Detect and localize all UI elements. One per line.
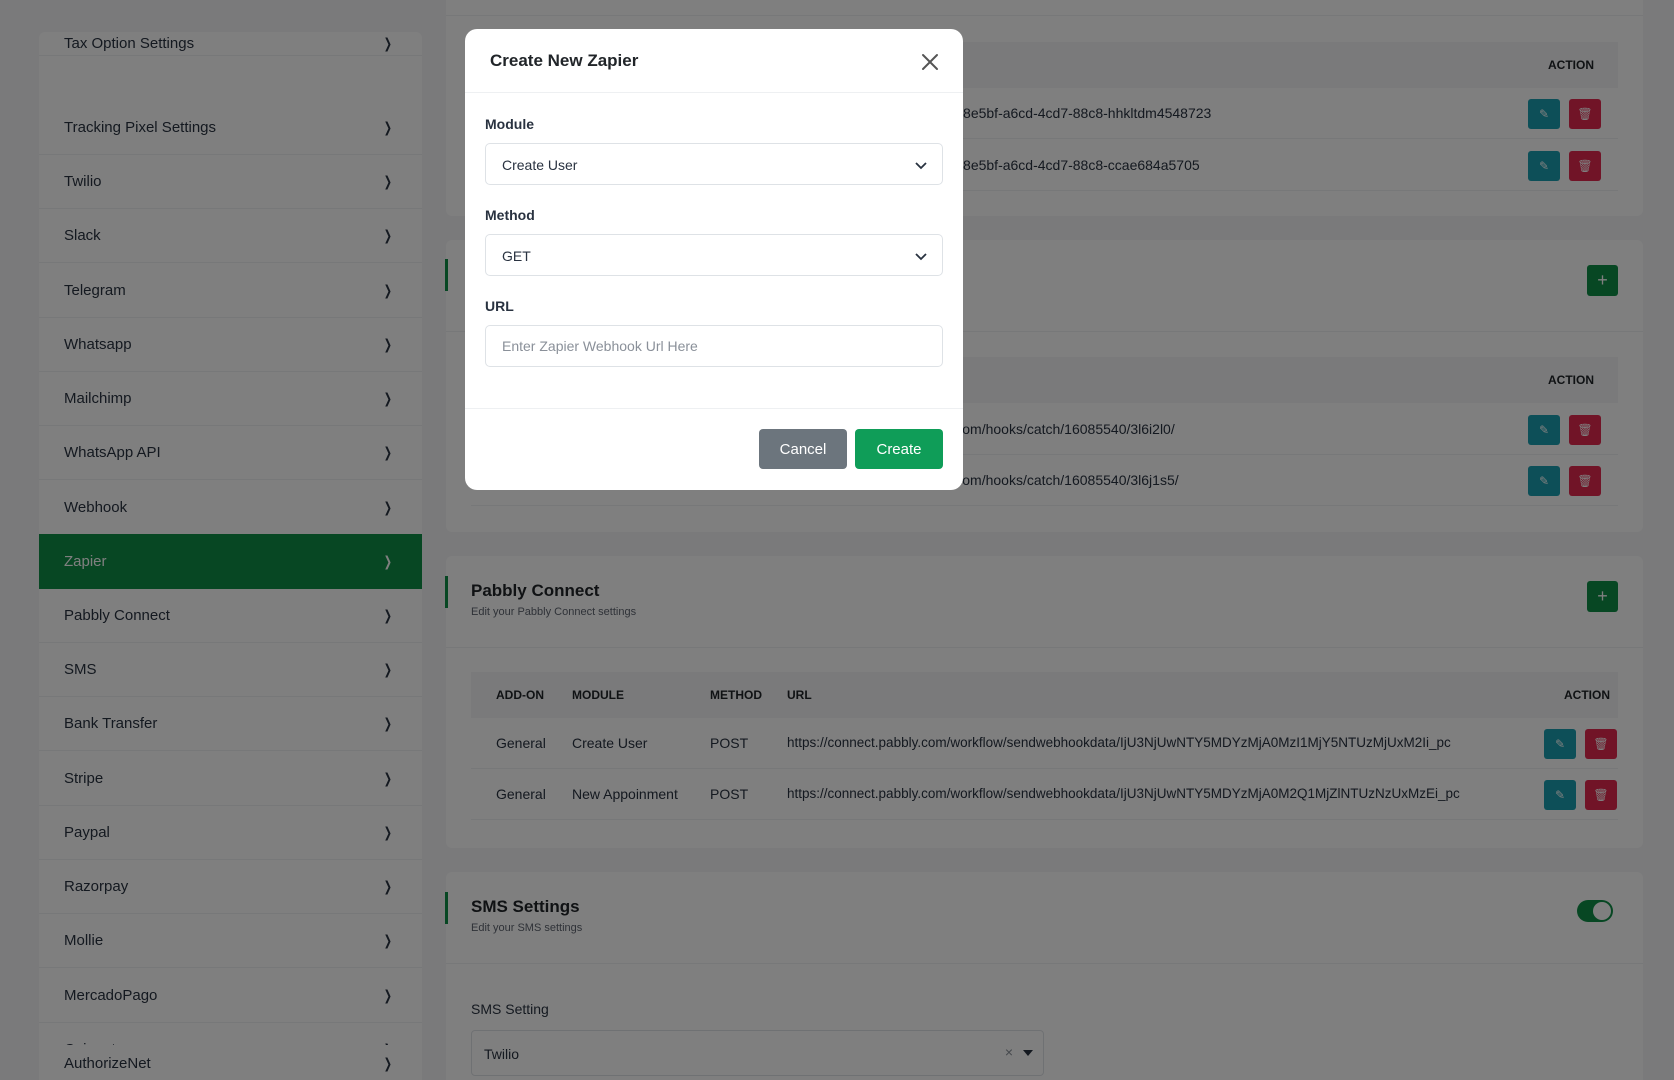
module-select[interactable]: Create User <box>485 143 943 185</box>
url-field <box>485 325 943 367</box>
create-zapier-modal: Create New Zapier Module Create User Met… <box>465 29 963 490</box>
url-input[interactable] <box>486 326 942 366</box>
chevron-down-icon <box>915 162 927 170</box>
method-select[interactable]: GET <box>485 234 943 276</box>
chevron-down-icon <box>915 253 927 261</box>
url-label: URL <box>485 298 514 314</box>
modal-title: Create New Zapier <box>490 51 639 70</box>
module-value: Create User <box>502 157 578 173</box>
close-icon[interactable] <box>917 49 943 75</box>
method-label: Method <box>485 207 535 223</box>
module-label: Module <box>485 116 534 132</box>
create-button[interactable]: Create <box>855 429 943 469</box>
cancel-button[interactable]: Cancel <box>759 429 847 469</box>
modal-divider <box>465 92 963 93</box>
method-value: GET <box>502 248 531 264</box>
modal-divider <box>465 408 963 409</box>
